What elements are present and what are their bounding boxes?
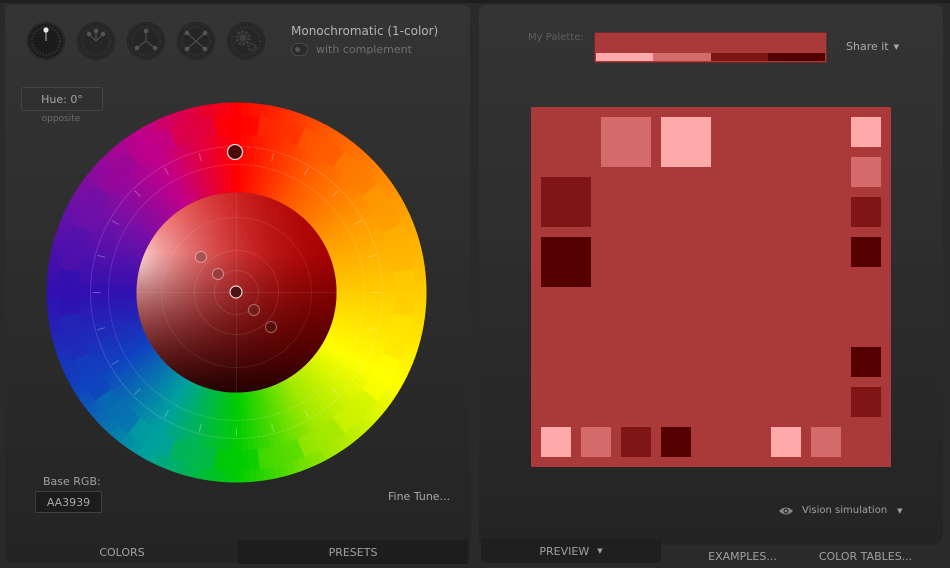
preview-swatch [541, 177, 591, 227]
window-top-border [0, 0, 950, 3]
complement-label: with complement [316, 43, 412, 56]
color-rule-title: Monochromatic (1-color) [291, 24, 439, 38]
preview-swatch [851, 157, 881, 187]
preview-swatch [851, 237, 881, 267]
rule-adjacent-button[interactable] [77, 22, 115, 60]
complement-toggle[interactable] [291, 43, 308, 56]
color-wheel[interactable] [46, 102, 427, 483]
mono-rule-icon [27, 22, 65, 60]
shade-handle-1[interactable] [195, 251, 207, 263]
hue-step-block [393, 269, 415, 316]
complement-toggle-row[interactable]: with complement [291, 43, 412, 56]
preview-swatch [661, 427, 691, 457]
palette-preview-canvas [531, 107, 891, 467]
palette-shade-swatch[interactable] [767, 53, 825, 61]
palette-shade-swatch[interactable] [653, 53, 711, 61]
palette-shade-swatch[interactable] [710, 53, 768, 61]
dropdown-caret-icon: ▼ [893, 43, 899, 51]
base-color-handle[interactable] [229, 285, 243, 299]
hue-step-block [213, 449, 260, 471]
shade-handle-2[interactable] [212, 268, 224, 280]
palette-shades [596, 53, 825, 61]
my-palette-bar[interactable] [594, 32, 827, 63]
preview-swatch [541, 427, 571, 457]
tetrad-rule-icon [177, 22, 215, 60]
preview-swatch [771, 427, 801, 457]
base-rgb-label: Base RGB: [43, 475, 101, 488]
preview-swatch [851, 197, 881, 227]
tab-colors[interactable]: COLORS [7, 540, 237, 564]
preview-swatch [621, 427, 651, 457]
share-label: Share it [846, 40, 889, 53]
hue-step-block [213, 114, 260, 136]
dropdown-caret-icon: ▼ [897, 506, 903, 515]
tab-preview[interactable]: PREVIEW ▼ [481, 539, 661, 563]
dropdown-caret-icon: ▼ [597, 547, 603, 555]
triad-rule-icon [127, 22, 165, 60]
hue-handle[interactable] [226, 143, 244, 161]
fine-tune-button[interactable]: Fine Tune... [388, 490, 450, 503]
hue-step-block [58, 269, 80, 316]
preview-swatch [851, 117, 881, 147]
base-rgb-input[interactable]: AA3939 [35, 491, 102, 513]
vision-simulation-label: Vision simulation [802, 505, 888, 516]
eye-icon [779, 507, 793, 514]
preview-swatch [661, 117, 711, 167]
gear-icon [227, 22, 265, 60]
preview-swatch [851, 347, 881, 377]
tab-preview-label: PREVIEW [539, 544, 590, 558]
preview-swatch [541, 237, 591, 287]
tab-color-tables[interactable]: COLOR TABLES... [808, 544, 923, 568]
vision-simulation-menu[interactable]: Vision simulation ▼ [778, 505, 903, 516]
preview-swatch [811, 427, 841, 457]
rule-tetrad-button[interactable] [177, 22, 215, 60]
preview-swatch [851, 387, 881, 417]
rule-triad-button[interactable] [127, 22, 165, 60]
preview-swatch [581, 427, 611, 457]
rule-freestyle-button[interactable] [227, 22, 265, 60]
tab-presets[interactable]: PRESETS [238, 540, 468, 564]
shade-handle-3[interactable] [248, 304, 260, 316]
my-palette-label: My Palette: [528, 32, 584, 43]
rule-monochromatic-button[interactable] [27, 22, 65, 60]
adjacent-rule-icon [77, 22, 115, 60]
share-menu-button[interactable]: Share it ▼ [846, 40, 899, 53]
preview-swatch [601, 117, 651, 167]
palette-shade-swatch[interactable] [596, 53, 654, 61]
tab-examples[interactable]: EXAMPLES... [680, 544, 805, 568]
shade-handle-4[interactable] [265, 321, 277, 333]
